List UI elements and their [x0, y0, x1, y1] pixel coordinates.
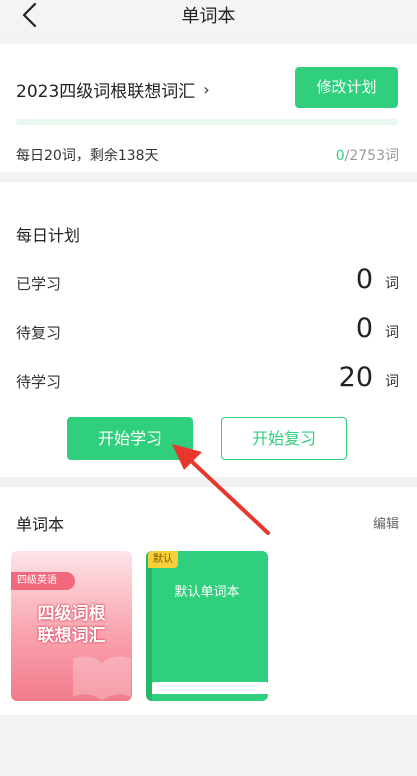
- progress-bar: [16, 119, 398, 125]
- stat-value: 20: [338, 362, 373, 393]
- stat-unit: 词: [385, 276, 399, 292]
- edit-plan-button[interactable]: 修改计划: [295, 67, 398, 108]
- plan-description: 每日20词，剩余138天: [16, 148, 159, 164]
- stat-row-learned: 已学习 0 词: [16, 264, 399, 300]
- stat-unit: 词: [385, 325, 399, 341]
- book-cover-title-line: 四级词根: [37, 604, 106, 624]
- learned-count-value: 0: [335, 148, 345, 164]
- learned-count: 0/2753词: [336, 145, 399, 165]
- book-pages: [152, 682, 268, 694]
- default-badge: 默认: [148, 551, 178, 568]
- book-back-cover: [146, 694, 268, 701]
- book-category-tag: 四级英语: [11, 572, 75, 590]
- total-count: /2753词: [344, 148, 399, 164]
- wordbook-cover-cet4[interactable]: 四级英语 四级词根 联想词汇: [11, 551, 132, 701]
- stat-row-to-learn: 待学习 20 词: [16, 362, 399, 398]
- wordbooks-card: 单词本 编辑 四级英语 四级词根 联想词汇 默认 默认单词本: [0, 487, 417, 715]
- top-bar: 单词本: [0, 0, 417, 38]
- book-cover-title: 四级词根 联想词汇: [17, 603, 126, 647]
- stat-label: 已学习: [16, 275, 62, 293]
- current-book-title: 2023四级词根联想词汇: [16, 82, 196, 102]
- edit-wordbooks-link[interactable]: 编辑: [373, 513, 399, 532]
- stat-label: 待复习: [16, 324, 62, 342]
- book-cover-title-line: 联想词汇: [37, 626, 106, 646]
- book-cover-title: 默认单词本: [174, 585, 240, 600]
- daily-plan-heading: 每日计划: [16, 226, 81, 245]
- chevron-right-icon: ›: [203, 80, 210, 99]
- page-title: 单词本: [181, 6, 236, 27]
- start-learning-button[interactable]: 开始学习: [67, 417, 193, 460]
- open-book-icon: [73, 656, 131, 701]
- book-cover: [146, 551, 268, 691]
- plan-card: 2023四级词根联想词汇 › 修改计划 每日20词，剩余138天 0/2753词: [0, 44, 417, 172]
- wordbooks-heading: 单词本: [16, 515, 65, 534]
- stat-label: 待学习: [16, 373, 62, 391]
- daily-plan-card: 每日计划 已学习 0 词 待复习 0 词 待学习 20 词 开始学习 开始复习: [0, 182, 417, 477]
- wordbook-cover-default[interactable]: 默认 默认单词本: [146, 551, 268, 701]
- stat-unit: 词: [385, 374, 399, 390]
- start-review-button[interactable]: 开始复习: [221, 417, 347, 460]
- stat-row-to-review: 待复习 0 词: [16, 313, 399, 349]
- stat-value: 0: [355, 264, 373, 295]
- current-book-selector[interactable]: 2023四级词根联想词汇 ›: [16, 77, 210, 102]
- stat-value: 0: [355, 313, 373, 344]
- book-spine: [146, 551, 152, 701]
